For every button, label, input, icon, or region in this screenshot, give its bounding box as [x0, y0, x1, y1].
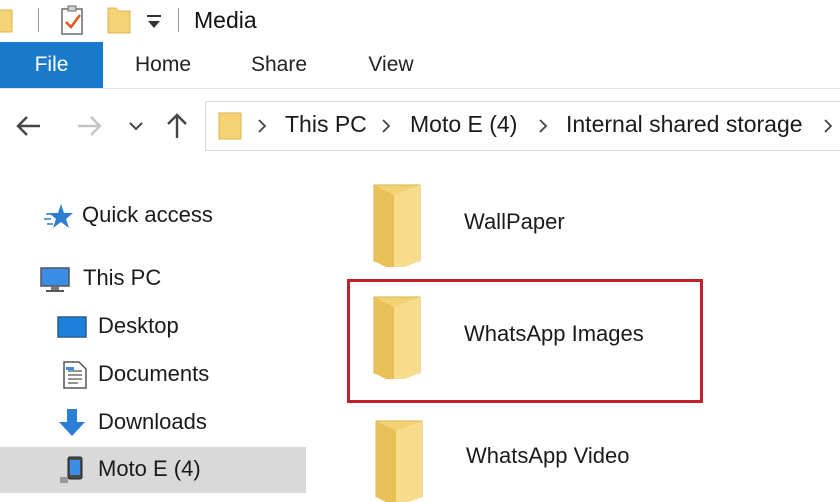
breadcrumb-moto-e4[interactable]: Moto E (4) — [410, 111, 517, 138]
tab-share[interactable]: Share — [236, 42, 322, 88]
breadcrumb-chevron-icon[interactable] — [822, 116, 834, 136]
nav-item-label: Downloads — [98, 409, 207, 434]
phone-icon — [60, 456, 83, 483]
folder-icon — [375, 420, 423, 502]
folder-icon — [373, 184, 421, 267]
nav-item-label: Moto E (4) — [98, 456, 201, 481]
forward-arrow-icon[interactable] — [74, 111, 104, 141]
star-icon — [44, 204, 73, 228]
up-arrow-icon[interactable] — [162, 111, 192, 141]
documents-icon — [63, 361, 87, 389]
navigation-pane: Quick access This PC Desktop Documents D… — [0, 161, 310, 502]
back-arrow-icon[interactable] — [14, 111, 44, 141]
nav-item-label: Documents — [98, 361, 210, 386]
nav-item-documents[interactable]: Documents — [0, 352, 310, 398]
folder-name: WhatsApp Video — [466, 443, 630, 468]
nav-item-downloads[interactable]: Downloads — [0, 400, 310, 446]
folder-icon[interactable] — [0, 6, 14, 34]
nav-item-label: Desktop — [98, 313, 179, 338]
tab-file[interactable]: File — [0, 42, 103, 88]
tab-view[interactable]: View — [352, 42, 430, 88]
folder-item-wallpaper[interactable]: WallPaper — [310, 175, 840, 275]
breadcrumb-this-pc[interactable]: This PC — [285, 111, 367, 138]
ribbon-tabs: File Home Share View — [0, 42, 840, 89]
nav-item-label: Quick access — [82, 202, 213, 227]
highlight-annotation — [347, 279, 703, 403]
properties-icon[interactable] — [59, 4, 87, 36]
monitor-icon — [40, 267, 70, 292]
breadcrumb-internal-shared-storage[interactable]: Internal shared storage — [566, 111, 803, 138]
title-bar: Media — [0, 0, 840, 42]
window-title: Media — [194, 7, 257, 33]
desktop-icon — [57, 316, 87, 338]
nav-item-this-pc[interactable]: This PC — [0, 256, 310, 302]
address-bar[interactable]: This PC Moto E (4) Internal shared stora… — [205, 101, 840, 151]
file-list: WallPaper WhatsApp Images WhatsApp Video — [310, 161, 840, 502]
chevron-down-icon[interactable] — [124, 111, 148, 141]
customize-toolbar-icon[interactable] — [144, 10, 164, 32]
folder-name: WallPaper — [464, 209, 565, 234]
folder-item-whatsapp-video[interactable]: WhatsApp Video — [310, 411, 840, 502]
breadcrumb-chevron-icon[interactable] — [537, 116, 549, 136]
toolbar-separator — [178, 8, 179, 32]
nav-item-moto-e4[interactable]: Moto E (4) — [0, 447, 306, 493]
breadcrumb-chevron-icon[interactable] — [380, 116, 392, 136]
toolbar-separator — [38, 8, 39, 32]
breadcrumb-chevron-icon[interactable] — [256, 116, 268, 136]
nav-item-label: This PC — [83, 265, 162, 290]
navigation-bar: This PC Moto E (4) Internal shared stora… — [0, 89, 840, 161]
nav-item-desktop[interactable]: Desktop — [0, 304, 310, 350]
nav-item-quick-access[interactable]: Quick access — [0, 193, 310, 239]
new-folder-icon[interactable] — [106, 5, 132, 35]
folder-icon — [218, 112, 242, 140]
tab-home[interactable]: Home — [118, 42, 208, 88]
downloads-icon — [59, 409, 85, 436]
